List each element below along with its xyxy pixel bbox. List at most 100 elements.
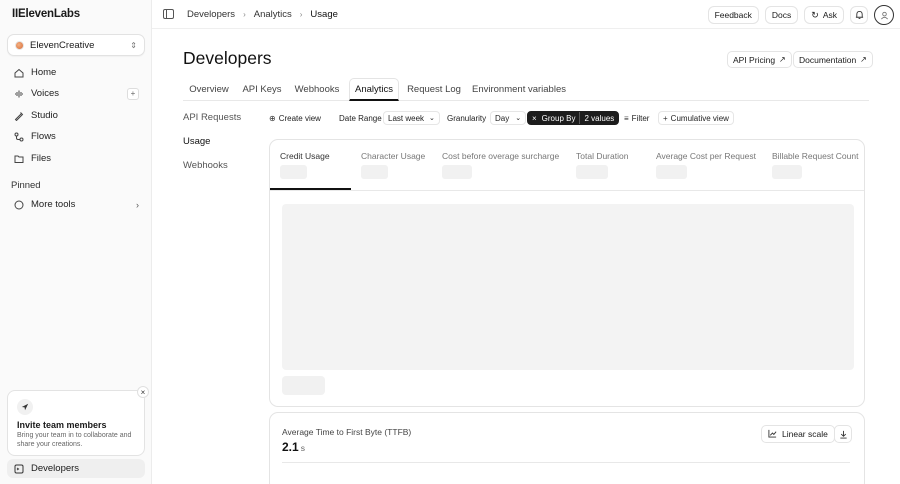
breadcrumb-analytics[interactable]: Analytics	[254, 9, 292, 20]
page-title: Developers	[183, 48, 272, 68]
close-icon: ×	[532, 113, 537, 123]
flows-icon	[13, 131, 24, 142]
avatar[interactable]	[874, 5, 894, 25]
chevron-right-icon: ›	[136, 199, 139, 210]
tab-environment-variables[interactable]: Environment variables	[471, 78, 567, 101]
metric-label: Character Usage	[361, 151, 426, 161]
granularity-value: Day	[495, 113, 510, 123]
plus-icon: +	[663, 113, 668, 123]
metric-tab-character-usage[interactable]: Character Usage	[351, 140, 432, 190]
date-range-value: Last week	[388, 113, 425, 123]
sidebar-item-voices[interactable]: Voices +	[7, 84, 145, 103]
divider	[282, 462, 850, 463]
bell-icon[interactable]	[850, 6, 868, 24]
invite-body: Bring your team in to collaborate and sh…	[17, 432, 132, 448]
metric-tab-credit-usage[interactable]: Credit Usage	[270, 140, 351, 190]
documentation-button[interactable]: Documentation ↗	[793, 51, 873, 68]
usage-metrics-card: Credit Usage Character Usage Cost before…	[269, 139, 865, 407]
breadcrumb-usage: Usage	[310, 8, 338, 20]
sidebar-item-files[interactable]: Files	[7, 149, 145, 168]
home-icon	[13, 67, 24, 78]
ttfb-card: Average Time to First Byte (TTFB) 2.1 s L…	[269, 412, 865, 484]
metric-value-skeleton	[442, 165, 472, 179]
tab-request-log[interactable]: Request Log	[403, 78, 465, 101]
sidebar-toggle-icon[interactable]	[163, 9, 174, 19]
line-chart-icon	[768, 429, 777, 440]
sidebar-item-more-tools[interactable]: More tools ›	[7, 195, 145, 214]
date-range-label: Date Range	[334, 111, 387, 125]
chart-loading-skeleton	[282, 204, 854, 370]
tab-analytics[interactable]: Analytics	[349, 78, 399, 101]
linear-scale-button[interactable]: Linear scale	[761, 425, 835, 443]
tab-overview[interactable]: Overview	[183, 78, 235, 101]
group-by-remove[interactable]: × Group By	[528, 112, 579, 124]
group-by-value[interactable]: 2 values	[579, 112, 618, 124]
download-icon[interactable]	[834, 425, 852, 443]
arrow-up-right-icon: ↗	[860, 55, 867, 64]
metric-tab-average-cost[interactable]: Average Cost per Request	[646, 140, 761, 190]
group-by-chip[interactable]: × Group By 2 values	[527, 111, 620, 125]
legend-loading-skeleton	[282, 376, 325, 395]
metric-tab-billable-request-count[interactable]: Billable Request Count	[762, 140, 864, 190]
arrow-up-right-icon: ↗	[779, 55, 786, 64]
metric-label: Billable Request Count	[772, 151, 859, 161]
ttfb-unit: s	[300, 443, 305, 453]
api-pricing-button[interactable]: API Pricing ↗	[727, 51, 792, 68]
tab-webhooks[interactable]: Webhooks	[291, 78, 343, 101]
metric-value-skeleton	[576, 165, 608, 179]
plus-circle-icon: ⊕	[269, 113, 276, 123]
sidebar-item-flows[interactable]: Flows	[7, 127, 145, 146]
subnav-webhooks[interactable]: Webhooks	[183, 160, 228, 171]
documentation-label: Documentation	[799, 54, 857, 65]
linear-scale-label: Linear scale	[782, 429, 828, 439]
pinned-label: Pinned	[11, 180, 41, 191]
sidebar-item-label: Files	[31, 153, 52, 164]
chevron-right-icon: ›	[243, 9, 246, 19]
metric-tab-total-duration[interactable]: Total Duration	[566, 140, 646, 190]
refresh-icon: ↻	[811, 9, 819, 20]
granularity-select[interactable]: Day ⌄	[490, 111, 527, 125]
sidebar-item-developers[interactable]: Developers	[7, 459, 145, 478]
date-range-select[interactable]: Last week ⌄	[383, 111, 440, 125]
sidebar-item-label: Voices	[31, 88, 59, 99]
feedback-button[interactable]: Feedback	[707, 6, 759, 24]
create-view-button[interactable]: ⊕ Create view	[264, 111, 326, 125]
invite-card: × Invite team members Bring your team in…	[7, 386, 149, 456]
breadcrumb-developers[interactable]: Developers	[187, 9, 235, 20]
send-icon	[17, 399, 33, 415]
top-actions: Feedback Docs ↻ Ask	[707, 5, 894, 25]
chevron-right-icon: ›	[299, 9, 303, 19]
tab-api-keys[interactable]: API Keys	[239, 78, 285, 101]
metric-value-skeleton	[361, 165, 388, 179]
elevenlabs-logo[interactable]: IIElevenLabs	[12, 8, 80, 20]
workspace-switcher[interactable]: ElevenCreative ⇕	[7, 34, 145, 56]
files-icon	[13, 153, 24, 164]
workspace-name: ElevenCreative	[30, 39, 95, 51]
chevron-down-icon: ⌄	[429, 115, 435, 122]
invite-title[interactable]: Invite team members	[17, 420, 135, 430]
metric-tab-cost-before-overage[interactable]: Cost before overage surcharge	[432, 140, 566, 190]
close-icon[interactable]: ×	[137, 386, 149, 398]
docs-button[interactable]: Docs	[764, 6, 799, 24]
voices-icon	[13, 88, 24, 99]
filter-button[interactable]: ≡ Filter	[619, 111, 655, 125]
sidebar-item-studio[interactable]: Studio	[7, 106, 145, 125]
studio-icon	[13, 110, 24, 121]
granularity-label: Granularity	[442, 111, 492, 125]
group-by-label: Group By	[541, 113, 576, 123]
metric-label: Total Duration	[576, 151, 629, 161]
sidebar-item-home[interactable]: Home	[7, 63, 145, 82]
metric-label: Credit Usage	[280, 151, 330, 161]
ttfb-label: Average Time to First Byte (TTFB)	[282, 427, 412, 437]
add-voice-button[interactable]: +	[127, 87, 139, 100]
api-pricing-label: API Pricing	[733, 54, 776, 65]
ask-button[interactable]: ↻ Ask	[804, 6, 844, 24]
topbar: Developers › Analytics › Usage Feedback …	[152, 0, 900, 29]
cumulative-view-button[interactable]: + Cumulative view	[658, 111, 734, 125]
chevron-down-icon: ⌄	[515, 115, 522, 122]
sidebar-item-label: Developers	[31, 463, 80, 474]
subnav-usage[interactable]: Usage	[183, 136, 210, 147]
subnav-api-requests[interactable]: API Requests	[183, 112, 241, 123]
ttfb-number: 2.1	[282, 440, 299, 454]
metric-value-skeleton	[656, 165, 687, 179]
